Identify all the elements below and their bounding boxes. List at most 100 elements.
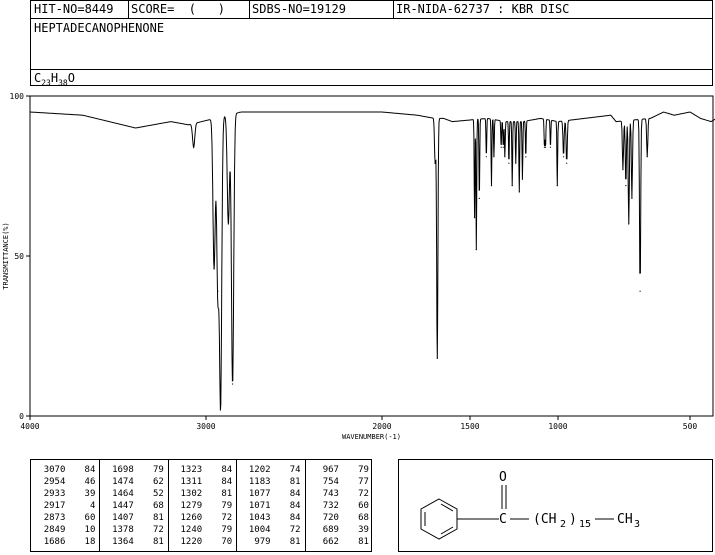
peak-row: 743 72 xyxy=(306,489,373,500)
peak-row: 1220 70 xyxy=(169,537,236,548)
peak-transmittance: 79 xyxy=(358,465,369,475)
carbon-label: C xyxy=(499,512,507,527)
benzene-ring xyxy=(420,498,458,540)
peak-row: 754 77 xyxy=(306,477,373,488)
peak-point xyxy=(220,402,222,404)
oxygen-label: O xyxy=(499,470,507,485)
x-tick-label: 2000 xyxy=(372,422,391,431)
peak-row: 662 81 xyxy=(306,537,373,548)
peak-row: 1364 81 xyxy=(100,537,167,548)
peak-column: 1323 84 1311 84 1302 81 1279 79 1260 72 1240 79 1220… xyxy=(167,460,236,551)
chain-open: (CH xyxy=(533,512,556,527)
peak-wavenumber: 662 xyxy=(322,537,339,547)
peak-wavenumber: 1364 xyxy=(112,537,134,547)
peak-transmittance: 18 xyxy=(84,537,96,547)
peak-table: 3070 84 2954 46 2933 39 2917 4 2873 60 2849 10 1686 1… xyxy=(30,459,372,552)
peak-transmittance: 72 xyxy=(152,525,164,535)
peak-row: 3070 84 xyxy=(31,465,99,476)
peak-transmittance: 81 xyxy=(152,537,164,547)
methyl-subscript: 3 xyxy=(634,519,640,530)
peak-wavenumber: 1043 xyxy=(248,513,271,523)
peak-row: 967 79 xyxy=(306,465,373,476)
plot-frame xyxy=(29,95,714,417)
peak-row: 1202 74 xyxy=(237,465,304,476)
ir-nida-id: IR-NIDA-62737 : KBR DISC xyxy=(396,2,570,16)
peak-transmittance: 10 xyxy=(84,525,96,535)
peak-row: 732 60 xyxy=(306,501,373,512)
peak-point xyxy=(515,162,517,164)
structure-panel: O C (CH 2 ) 15 CH 3 xyxy=(398,459,713,552)
peak-wavenumber: 1302 xyxy=(180,489,203,499)
peak-wavenumber: 754 xyxy=(322,477,339,487)
peak-row: 1279 79 xyxy=(169,501,236,512)
formula-c-count: 23 xyxy=(41,78,51,88)
peak-wavenumber: 3070 xyxy=(43,465,66,475)
formula-o: O xyxy=(67,71,75,85)
peak-point xyxy=(493,156,495,158)
peak-column: 1202 74 1183 81 1077 84 1071 84 1043 84 1004 72 979 8… xyxy=(236,460,304,551)
peak-wavenumber: 967 xyxy=(322,465,339,475)
peak-column: 1698 79 1474 62 1464 52 1447 68 1407 81 1378 72 1364… xyxy=(99,460,167,551)
ring-double-bond xyxy=(440,526,454,535)
peak-wavenumber: 720 xyxy=(322,513,339,523)
peak-wavenumber: 1464 xyxy=(112,489,134,499)
ring-outline xyxy=(420,498,458,540)
peak-transmittance: 72 xyxy=(358,489,369,499)
peak-wavenumber: 1183 xyxy=(248,477,271,487)
hit-number: HIT-NO=8449 xyxy=(34,2,114,16)
peak-row: 1311 84 xyxy=(169,477,236,488)
methyl-label: CH xyxy=(617,512,633,527)
peak-point xyxy=(562,156,565,158)
peak-point xyxy=(508,162,510,164)
peak-transmittance: 81 xyxy=(221,489,233,499)
peak-wavenumber: 1202 xyxy=(248,465,271,475)
peak-wavenumber: 1323 xyxy=(180,465,203,475)
peak-transmittance: 60 xyxy=(358,501,369,511)
peak-row: 2849 10 xyxy=(31,525,99,536)
peak-transmittance: 39 xyxy=(358,525,369,535)
peak-wavenumber: 1474 xyxy=(112,477,134,487)
peak-column: 967 79 754 77 743 72 732 60 720 68 689 39 662 81 xyxy=(304,460,373,551)
peak-row: 979 81 xyxy=(237,537,304,548)
peak-point xyxy=(639,290,641,292)
peak-row: 1686 18 xyxy=(31,537,99,548)
peak-wavenumber: 1004 xyxy=(248,525,271,535)
peak-row: 1447 68 xyxy=(100,501,167,512)
peak-transmittance: 4 xyxy=(89,501,96,511)
peak-row: 1464 52 xyxy=(100,489,167,500)
peak-wavenumber: 1686 xyxy=(43,537,66,547)
compound-name: HEPTADECANOPHENONE xyxy=(34,21,165,35)
peak-wavenumber: 1071 xyxy=(248,501,271,511)
peak-transmittance: 52 xyxy=(152,489,164,499)
y-tick-label: 100 xyxy=(10,92,25,101)
peak-transmittance: 46 xyxy=(84,477,96,487)
peak-row: 2933 39 xyxy=(31,489,99,500)
formula-h-count: 38 xyxy=(58,78,68,88)
peak-point xyxy=(485,156,487,158)
y-tick-label: 50 xyxy=(14,252,24,261)
peak-transmittance: 81 xyxy=(289,477,301,487)
peak-point xyxy=(525,156,527,158)
peak-wavenumber: 1311 xyxy=(180,477,203,487)
peak-point xyxy=(193,146,195,148)
peak-transmittance: 70 xyxy=(221,537,233,547)
peak-transmittance: 79 xyxy=(221,525,233,535)
peak-point xyxy=(217,290,219,292)
peak-wavenumber: 1260 xyxy=(180,513,203,523)
sdbs-number: SDBS-NO=19129 xyxy=(252,2,346,16)
peak-point xyxy=(646,156,648,158)
peak-column: 3070 84 2954 46 2933 39 2917 4 2873 60 2849 10 1686 1… xyxy=(31,460,99,551)
peak-row: 1004 72 xyxy=(237,525,304,536)
peak-transmittance: 72 xyxy=(221,513,233,523)
peak-point xyxy=(631,197,633,199)
ring-double-bond xyxy=(440,503,454,512)
spectrum-header: HIT-NO=8449 SCORE= ( ) SDBS-NO=19129 IR-… xyxy=(30,0,713,88)
peak-wavenumber: 1279 xyxy=(180,501,203,511)
peak-point xyxy=(434,162,436,164)
x-tick-label: 1500 xyxy=(460,422,479,431)
peak-point xyxy=(566,162,568,164)
peak-wavenumber: 1220 xyxy=(180,537,203,547)
peak-point xyxy=(490,185,493,187)
peak-row: 1407 81 xyxy=(100,513,167,524)
score: SCORE= ( ) xyxy=(131,2,225,16)
